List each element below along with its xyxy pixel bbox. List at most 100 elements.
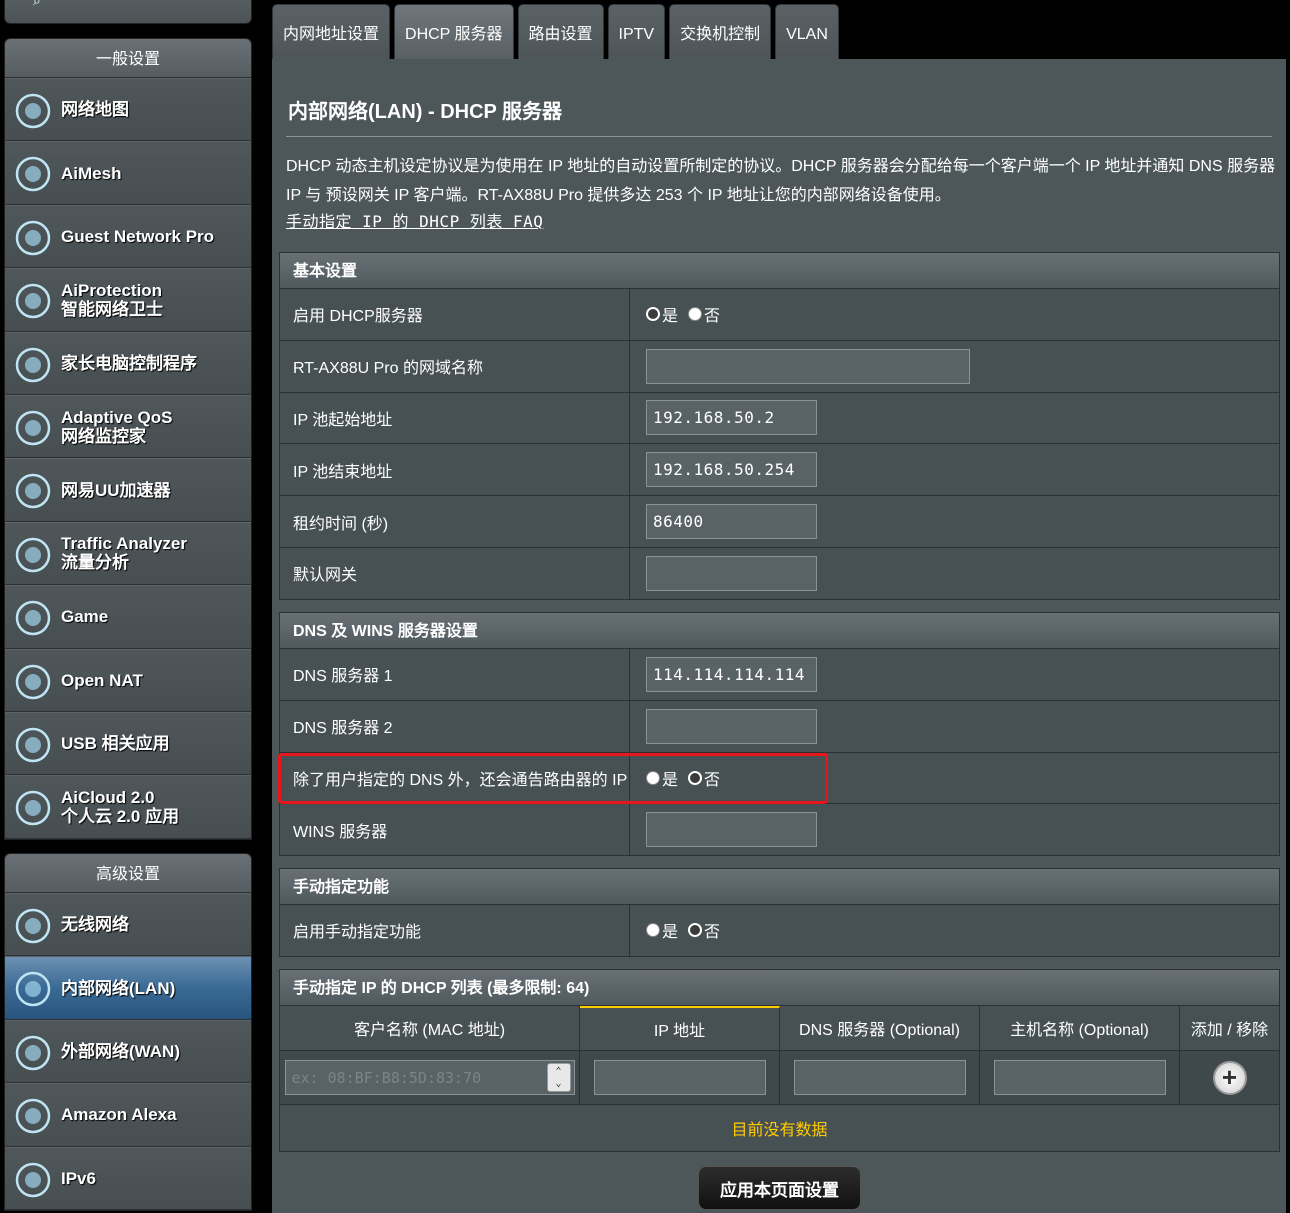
general-menu-item[interactable]: Game	[5, 585, 251, 649]
traffic-analyzer-icon	[13, 535, 53, 575]
enable-dhcp-no-radio[interactable]: 否	[688, 302, 720, 326]
menu-item-label: Game	[61, 607, 109, 627]
empty-table-message: 目前没有数据	[279, 1105, 1280, 1152]
general-menu-item[interactable]: USB 相关应用	[5, 711, 251, 776]
radio-selected-icon	[688, 923, 703, 938]
field-label: IP 池结束地址	[280, 444, 630, 496]
search-icon: ⌕	[33, 0, 41, 8]
field-label: DNS 服务器 2	[280, 700, 630, 752]
menu-item-sublabel: 网络监控家	[61, 426, 146, 446]
domain-name-row: RT-AX88U Pro 的网域名称	[279, 340, 1280, 393]
general-menu-item[interactable]: Adaptive QoS 网络监控家	[5, 394, 251, 459]
field-label: 启用 DHCP服务器	[280, 289, 630, 340]
field-label: RT-AX88U Pro 的网域名称	[280, 340, 630, 392]
tab-item[interactable]: VLAN	[775, 4, 839, 60]
manual-yes-radio[interactable]: 是	[646, 918, 678, 942]
general-menu-item[interactable]: Open NAT	[5, 648, 251, 712]
mac-address-input[interactable]: ex: 08:BF:B8:5D:83:70 ⌃ ⌄	[284, 1060, 575, 1095]
sidebar-top-item[interactable]: ⌕	[4, 0, 252, 24]
general-settings-menu: 一般设置 网络地图 AiMesh Guest Network Pro AiProtec…	[4, 38, 252, 840]
highlight-box	[278, 753, 828, 804]
tab-item[interactable]: 内网地址设置	[272, 4, 391, 60]
general-menu-item[interactable]: AiMesh	[5, 141, 251, 205]
field-label: 租约时间 (秒)	[280, 496, 630, 547]
column-header: 添加 / 移除	[1190, 1022, 1269, 1039]
title-divider	[286, 136, 1272, 137]
default-gateway-input[interactable]	[646, 555, 817, 591]
column-header: 客户名称 (MAC 地址)	[280, 1006, 580, 1050]
lease-time-row: 租约时间 (秒) 86400	[279, 496, 1280, 548]
domain-name-input[interactable]	[646, 348, 970, 384]
lease-time-input[interactable]: 86400	[646, 504, 817, 540]
manual-no-radio[interactable]: 否	[688, 918, 720, 942]
dns1-input[interactable]: 114.114.114.114	[646, 656, 817, 692]
enable-dhcp-row: 启用 DHCP服务器 是 否	[279, 289, 1280, 341]
default-gateway-row: 默认网关	[279, 547, 1280, 600]
advanced-menu-item[interactable]: 无线网络	[5, 893, 251, 957]
advanced-menu-item[interactable]: 内部网络(LAN)	[5, 956, 251, 1020]
table-header: 客户名称 (MAC 地址) IP 地址 DNS 服务器 (Optional) 主…	[279, 1006, 1280, 1051]
wins-input[interactable]	[646, 812, 817, 848]
lan-icon	[13, 969, 53, 1009]
page-description: DHCP 动态主机设定协议是为使用在 IP 地址的自动设置所制定的协议。DHCP…	[286, 158, 1276, 204]
section-header: 基本设置	[279, 252, 1280, 289]
dns2-input[interactable]	[646, 708, 817, 744]
menu-item-label: IPv6	[61, 1168, 96, 1188]
tab-item[interactable]: 路由设置	[517, 4, 604, 60]
menu-item-label: 无线网络	[61, 915, 129, 935]
tab-item[interactable]: IPTV	[607, 4, 666, 60]
general-menu-item[interactable]: 家长电脑控制程序	[5, 331, 251, 395]
pool-start-input[interactable]: 192.168.50.2	[646, 400, 817, 436]
qos-gauge-icon	[13, 408, 53, 448]
add-icon[interactable]: +	[1212, 1060, 1247, 1095]
wan-globe-icon	[13, 1033, 53, 1073]
ip-address-input[interactable]	[593, 1060, 766, 1095]
menu-item-label: Traffic Analyzer	[61, 534, 187, 554]
uu-accelerator-icon	[13, 471, 53, 511]
menu-item-label: USB 相关应用	[61, 734, 170, 754]
field-label: DNS 服务器 1	[280, 649, 630, 700]
advanced-menu-item[interactable]: 外部网络(WAN)	[5, 1019, 251, 1084]
menu-item-label: 网易UU加速器	[61, 480, 171, 500]
menu-item-label: AiProtection	[61, 280, 163, 300]
settings-tabs: 内网地址设置 DHCP 服务器 路由设置 IPTV 交换机控制 VLAN	[272, 4, 839, 60]
radio-selected-icon	[646, 307, 660, 322]
menu-item-sublabel: 个人云 2.0 应用	[61, 806, 180, 826]
general-menu-item[interactable]: 网络地图	[5, 78, 251, 142]
advanced-menu-item[interactable]: IPv6	[5, 1146, 251, 1210]
menu-item-label: 外部网络(WAN)	[61, 1041, 180, 1061]
advanced-menu-item[interactable]: Amazon Alexa	[5, 1083, 251, 1147]
menu-item-label: AiMesh	[61, 163, 122, 183]
network-map-icon	[13, 91, 53, 131]
page-title: 内部网络(LAN) - DHCP 服务器	[288, 101, 563, 123]
pool-end-input[interactable]: 192.168.50.254	[646, 452, 817, 488]
column-header: 主机名称 (Optional)	[980, 1006, 1180, 1050]
radio-unselected-icon	[688, 307, 703, 322]
menu-item-label: Guest Network Pro	[61, 226, 215, 246]
menu-item-label: 网络地图	[61, 100, 129, 120]
tab-item[interactable]: DHCP 服务器	[394, 4, 514, 60]
general-menu-item[interactable]: AiProtection 智能网络卫士	[5, 268, 251, 332]
game-controller-icon	[13, 598, 53, 638]
faq-link[interactable]: 手动指定 IP 的 DHCP 列表 FAQ	[286, 209, 543, 235]
general-menu-item[interactable]: 网易UU加速器	[5, 458, 251, 522]
aicloud-icon	[13, 788, 53, 828]
host-name-input[interactable]	[993, 1060, 1166, 1095]
enable-dhcp-yes-radio[interactable]: 是	[646, 302, 678, 326]
dhcp-list-section: 手动指定 IP 的 DHCP 列表 (最多限制: 64) 客户名称 (MAC 地…	[279, 969, 1280, 1152]
tab-item[interactable]: 交换机控制	[669, 4, 772, 60]
advanced-settings-header: 高级设置	[5, 854, 251, 893]
enable-manual-row: 启用手动指定功能 是 否	[279, 905, 1280, 957]
general-menu-item[interactable]: Guest Network Pro	[5, 204, 251, 269]
dns-server-input[interactable]	[793, 1060, 966, 1095]
radio-unselected-icon	[646, 923, 660, 938]
client-dropdown-icon[interactable]: ⌃ ⌄	[546, 1063, 571, 1092]
section-header: 手动指定功能	[279, 868, 1280, 905]
apply-button[interactable]: 应用本页面设置	[698, 1166, 861, 1210]
general-menu-item[interactable]: Traffic Analyzer 流量分析	[5, 521, 251, 586]
menu-item-sublabel: 流量分析	[61, 553, 129, 573]
basic-settings-section: 基本设置 启用 DHCP服务器 是 否 RT-AX88U Pro 的网域名称 I…	[279, 252, 1280, 600]
general-menu-item[interactable]: AiCloud 2.0 个人云 2.0 应用	[5, 775, 251, 839]
field-label: WINS 服务器	[280, 804, 630, 856]
section-header: 手动指定 IP 的 DHCP 列表 (最多限制: 64)	[279, 969, 1280, 1006]
